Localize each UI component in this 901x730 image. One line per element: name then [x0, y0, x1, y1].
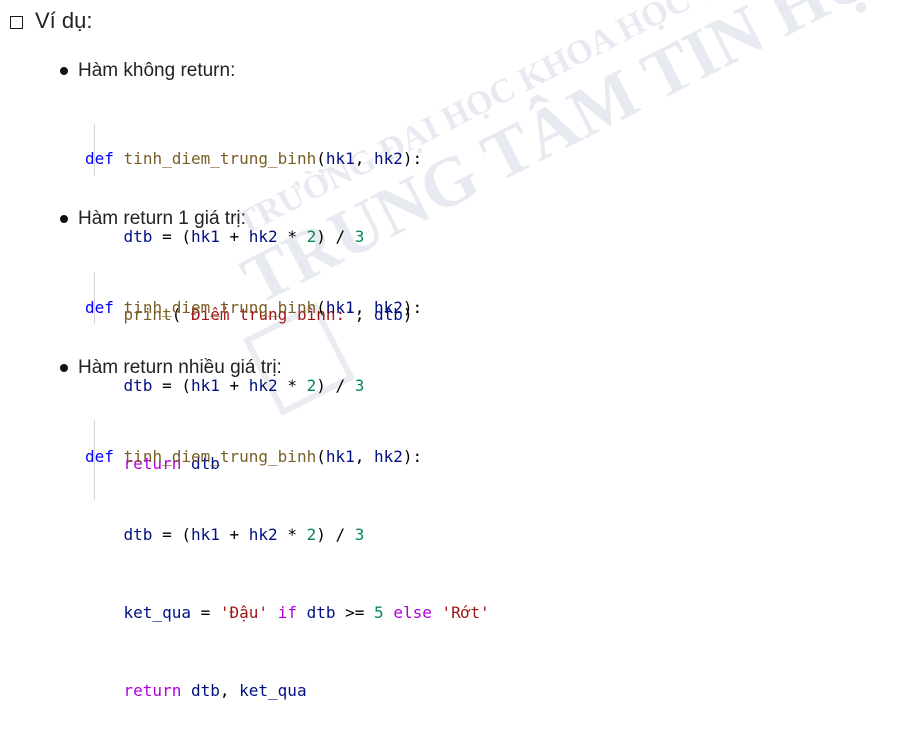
code-line-ket-qua: ket_qua = 'Đậu' if dtb >= 5 else 'Rớt': [123, 603, 490, 622]
code-line-def: def tinh_diem_trung_binh(hk1, hk2):: [85, 149, 423, 168]
bullet-dot-icon: [60, 67, 68, 75]
code-line-assign: dtb = (hk1 + hk2 * 2) / 3: [123, 525, 365, 544]
bullet-dot-icon: [60, 215, 68, 223]
bullet-item-return-many: Hàm return nhiều giá trị:: [60, 355, 282, 381]
bullet-dot-icon: [60, 364, 68, 372]
bullet-item-return-one: Hàm return 1 giá trị:: [60, 206, 246, 232]
code-line-def: def tinh_diem_trung_binh(hk1, hk2):: [85, 298, 423, 317]
code-line-def: def tinh_diem_trung_binh(hk1, hk2):: [85, 447, 423, 466]
code-line-return: return dtb, ket_qua: [123, 681, 307, 700]
bullet-label: Hàm không return:: [78, 60, 236, 81]
checkbox-bullet-icon: [10, 15, 23, 29]
bullet-label: Hàm return 1 giá trị:: [78, 208, 246, 229]
code-block-return-many: def tinh_diem_trung_binh(hk1, hk2): dtb …: [85, 392, 490, 730]
bullet-item-no-return: Hàm không return:: [60, 58, 235, 84]
heading-text: Ví dụ:: [35, 8, 93, 33]
section-heading: Ví dụ:: [10, 6, 92, 36]
bullet-label: Hàm return nhiều giá trị:: [78, 357, 282, 378]
